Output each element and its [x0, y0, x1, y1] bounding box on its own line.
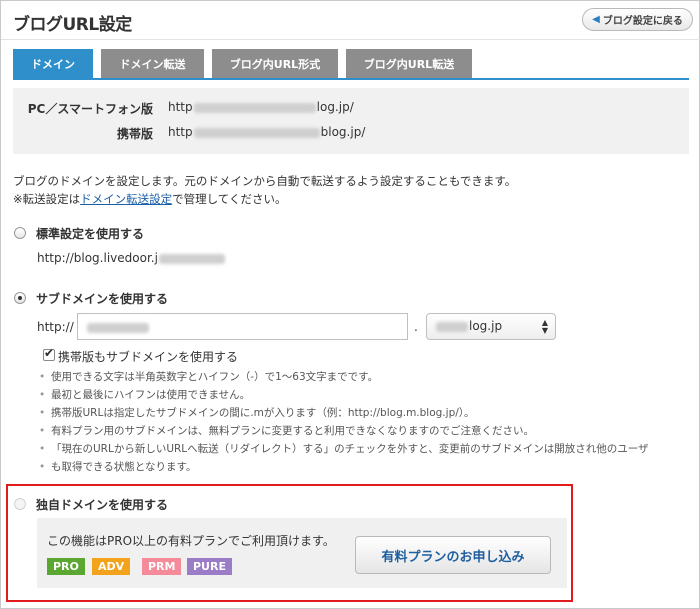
url-prefix: http://: [37, 320, 74, 334]
note-item: 「現在のURLから新しいURLへ転送（リダイレクト）する」のチェックを外すと、変…: [37, 440, 649, 458]
plan-badge-adv: ADV: [92, 558, 131, 575]
back-to-blog-settings-button[interactable]: ◀ ブログ設定に戻る: [582, 8, 693, 31]
checkmark-icon: ✔: [44, 346, 55, 360]
title-divider: [1, 39, 700, 40]
chevron-up-down-icon: ▲ ▼: [541, 318, 548, 335]
mobile-domain-label: 携帯版: [116, 127, 153, 141]
plan-badge-prm: PRM: [142, 558, 182, 575]
custom-domain-radio[interactable]: [14, 498, 26, 510]
pc-domain-label: PC／スマートフォン版: [27, 102, 153, 116]
subdomain-radio[interactable]: [14, 292, 26, 304]
standard-radio[interactable]: [14, 227, 26, 239]
mobile-domain-value: http blog.jp/: [168, 125, 366, 139]
page-title: ブログURL設定: [13, 15, 132, 35]
tab-url-format[interactable]: ブログ内URL形式: [212, 49, 338, 78]
redacted-text: [193, 102, 316, 113]
standard-option-label: 標準設定を使用する: [36, 227, 145, 241]
redacted-text: [158, 253, 225, 264]
note-item-continued: も取得できる状態となります。: [37, 458, 649, 476]
note-item: 携帯版URLは指定したサブドメインの間に.mが入ります（例：http://blo…: [37, 404, 649, 422]
current-domain-box: PC／スマートフォン版 http log.jp/ 携帯版 http blog.jp/: [13, 88, 689, 154]
subdomain-input[interactable]: [77, 313, 408, 340]
subdomain-notes: 使用できる文字は半角英数字とハイフン（-）で1〜63文字までです。 最初と最後に…: [37, 368, 649, 476]
domain-forward-settings-link[interactable]: ドメイン転送設定: [80, 192, 172, 206]
tab-domain-forward[interactable]: ドメイン転送: [101, 49, 204, 78]
domain-select[interactable]: log.jp ▲ ▼: [426, 313, 556, 340]
plan-message: この機能はPRO以上の有料プランでご利用頂けます。: [47, 534, 335, 548]
domain-separator: .: [414, 320, 418, 334]
subdomain-option-label: サブドメインを使用する: [36, 292, 169, 306]
mobile-subdomain-label: 携帯版もサブドメインを使用する: [58, 350, 239, 364]
note-item: 有料プラン用のサブドメインは、無料プランに変更すると利用できなくなりますのでご注…: [37, 422, 649, 440]
paid-plan-box: この機能はPRO以上の有料プランでご利用頂けます。 PRO ADV PRM PU…: [37, 518, 567, 588]
description-note: ※転送設定はドメイン転送設定で管理してください。: [13, 192, 287, 206]
note-item: 使用できる文字は半角英数字とハイフン（-）で1〜63文字までです。: [37, 368, 649, 386]
tab-bar: ドメイン ドメイン転送 ブログ内URL形式 ブログ内URL転送: [13, 49, 472, 78]
standard-url: http://blog.livedoor.j: [37, 251, 226, 265]
plan-badge-pure: PURE: [187, 558, 232, 575]
redacted-text: [193, 127, 320, 138]
back-button-label: ブログ設定に戻る: [602, 16, 683, 27]
plan-badge-pro: PRO: [47, 558, 85, 575]
tab-domain[interactable]: ドメイン: [13, 49, 93, 78]
settings-panel: ブログURL設定 ◀ ブログ設定に戻る ドメイン ドメイン転送 ブログ内URL形…: [0, 0, 700, 609]
pc-domain-value: http log.jp/: [168, 100, 354, 114]
description-line: ブログのドメインを設定します。元のドメインから自動で転送するよう設定することもで…: [13, 174, 517, 188]
tab-url-forward[interactable]: ブログ内URL転送: [346, 49, 472, 78]
tab-underline: [13, 78, 689, 80]
note-item: 最初と最後にハイフンは使用できません。: [37, 386, 649, 404]
custom-domain-option-label: 独自ドメインを使用する: [36, 498, 169, 512]
apply-paid-plan-button[interactable]: 有料プランのお申し込み: [355, 536, 551, 574]
redacted-input-value: [87, 322, 149, 333]
redacted-text: [436, 321, 468, 332]
mobile-subdomain-checkbox[interactable]: ✔: [43, 346, 55, 361]
arrow-left-icon: ◀: [592, 14, 600, 25]
